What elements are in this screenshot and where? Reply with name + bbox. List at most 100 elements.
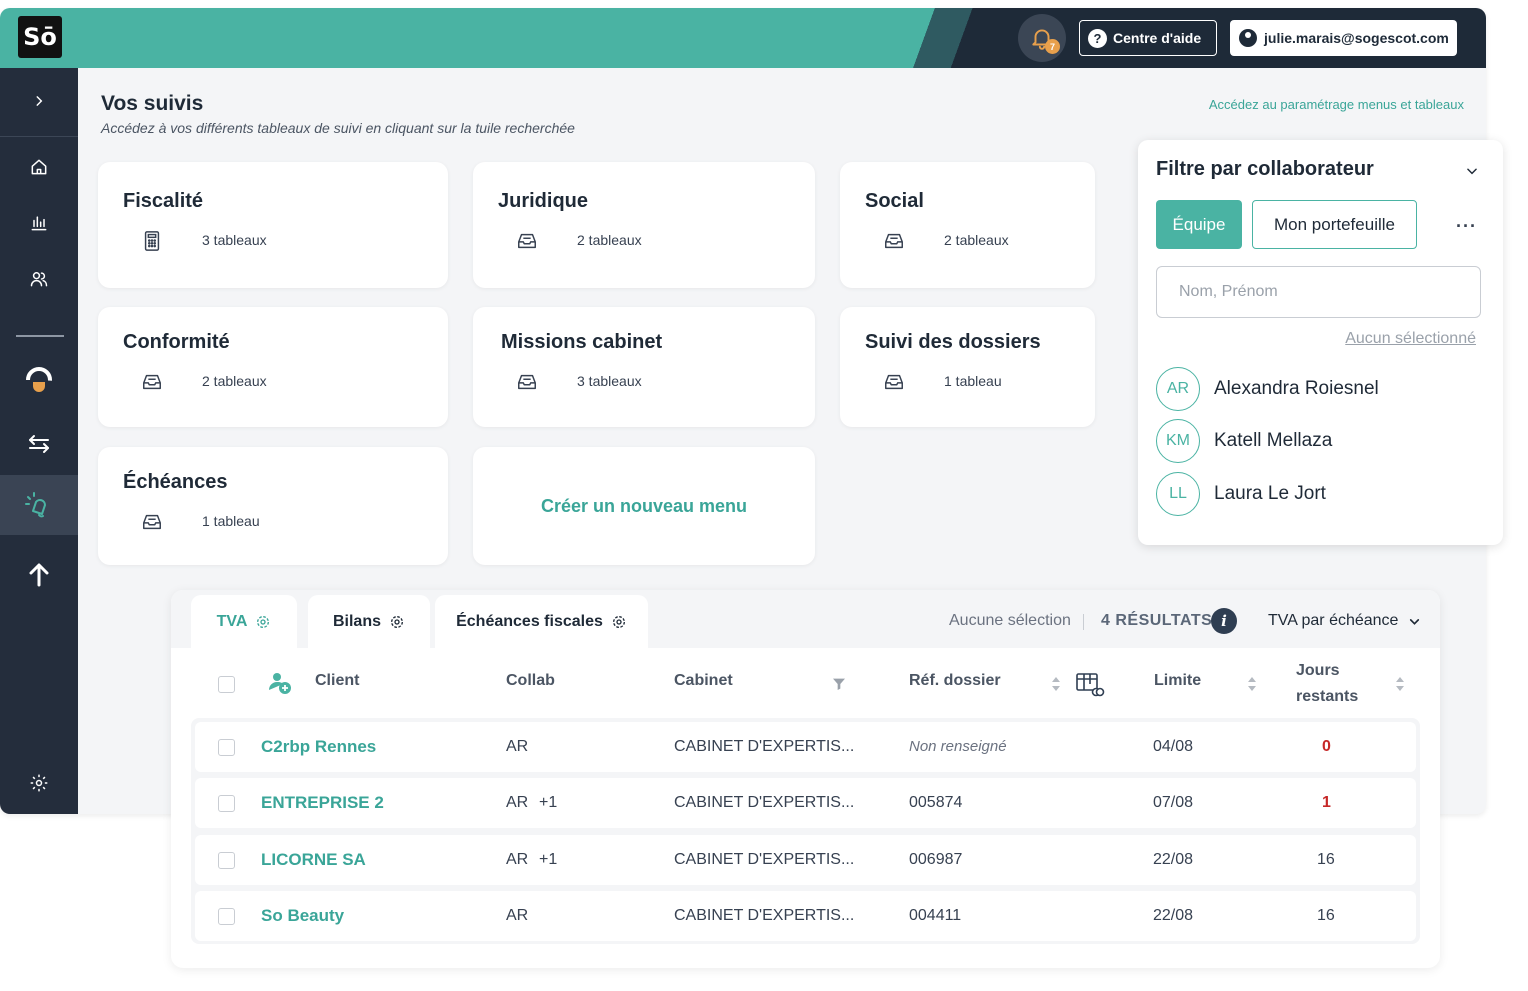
collaborator-name: Laura Le Jort (1214, 483, 1326, 504)
sidebar-item-gauge[interactable] (0, 351, 78, 409)
collab-extra[interactable]: +1 (539, 851, 557, 869)
tile-suivi-dossiers[interactable]: Suivi des dossiers 1 tableau (840, 307, 1095, 427)
tile-count: 2 tableaux (944, 232, 1009, 248)
collab-initials: AR (506, 851, 529, 868)
tab-bilans[interactable]: Bilans (308, 595, 430, 648)
tab-label: TVA (216, 612, 248, 630)
collab-extra[interactable]: +1 (539, 794, 557, 812)
results-count: 4 RÉSULTATS (1101, 612, 1213, 629)
tile-conformite[interactable]: Conformité 2 tableaux (98, 307, 448, 427)
client-name[interactable]: LICORNE SA (261, 850, 366, 870)
view-select-label: TVA par échéance (1268, 612, 1399, 629)
tile-title: Fiscalité (123, 190, 204, 212)
collab-initials: AR (506, 794, 529, 811)
none-selected-link[interactable]: Aucun sélectionné (1345, 330, 1476, 348)
sidebar-item-stats[interactable] (0, 194, 78, 252)
view-select[interactable]: TVA par échéance (1268, 612, 1421, 630)
user-email: julie.marais@sogescot.com (1264, 30, 1449, 46)
collaborator-item[interactable]: LL Laura Le Jort (1156, 472, 1326, 516)
cabinet-name: CABINET D'EXPERTIS... (674, 738, 855, 755)
filter-icon[interactable] (831, 676, 847, 692)
gear-icon[interactable] (389, 614, 405, 630)
days-remaining: 1 (1322, 794, 1331, 811)
collab-initials: AR (506, 738, 529, 755)
notifications-button[interactable]: 7 (1018, 14, 1066, 62)
sidebar-expand[interactable] (0, 72, 78, 130)
tile-title: Conformité (123, 331, 230, 353)
ref-dossier: 005874 (909, 794, 963, 811)
tile-count: 3 tableaux (202, 232, 267, 248)
tab-echeances-fiscales[interactable]: Échéances fiscales (435, 595, 648, 648)
tile-missions-cabinet[interactable]: Missions cabinet 3 tableaux (473, 307, 815, 427)
assign-user-icon[interactable] (267, 670, 293, 696)
logo[interactable]: Sō (18, 16, 62, 58)
gear-icon[interactable] (255, 614, 271, 630)
row-checkbox[interactable] (218, 852, 235, 869)
team-button[interactable]: Équipe (1156, 200, 1242, 249)
column-header-client[interactable]: Client (315, 672, 359, 690)
client-name[interactable]: So Beauty (261, 906, 344, 926)
info-icon[interactable]: i (1211, 608, 1237, 634)
tile-fiscalite[interactable]: Fiscalité 3 tableaux (98, 162, 448, 288)
sidebar-divider (0, 136, 78, 137)
table-row[interactable]: LICORNE SA AR +1 CABINET D'EXPERTIS... 0… (195, 835, 1416, 885)
sidebar-item-home[interactable] (0, 138, 78, 196)
column-header-ref[interactable]: Réf. dossier (909, 672, 1001, 690)
column-header-limite[interactable]: Limite (1154, 672, 1201, 690)
sort-icon[interactable] (1247, 676, 1257, 692)
tile-title: Missions cabinet (501, 331, 663, 353)
tile-social[interactable]: Social 2 tableaux (840, 162, 1095, 288)
help-label: Centre d'aide (1113, 30, 1202, 46)
user-account-button[interactable]: julie.marais@sogescot.com (1230, 20, 1457, 56)
settings-link[interactable]: Accédez au paramétrage menus et tableaux (1209, 97, 1464, 112)
sidebar-item-users[interactable] (0, 250, 78, 308)
client-name[interactable]: ENTREPRISE 2 (261, 793, 384, 813)
select-all-checkbox[interactable] (218, 676, 235, 693)
table-row[interactable]: C2rbp Rennes AR CABINET D'EXPERTIS... No… (195, 722, 1416, 772)
help-center-button[interactable]: ? Centre d'aide (1079, 20, 1217, 56)
column-header-cabinet[interactable]: Cabinet (674, 672, 733, 690)
row-checkbox[interactable] (218, 795, 235, 812)
inbox-tray-icon (518, 374, 536, 390)
column-header-jours-line2[interactable]: restants (1296, 688, 1358, 706)
chevron-down-icon[interactable] (1465, 164, 1479, 178)
sidebar-item-suivis[interactable] (0, 475, 78, 535)
days-remaining: 16 (1317, 907, 1335, 924)
tab-tva[interactable]: TVA (191, 595, 297, 648)
sidebar-item-upload[interactable] (0, 546, 78, 604)
days-remaining: 0 (1322, 738, 1331, 755)
sort-icon[interactable] (1051, 676, 1061, 692)
bar-chart-icon (31, 216, 47, 231)
tile-juridique[interactable]: Juridique 2 tableaux (473, 162, 815, 288)
tile-echeances[interactable]: Échéances 1 tableau (98, 447, 448, 565)
gear-icon[interactable] (611, 614, 627, 630)
table-link-icon[interactable] (1075, 672, 1105, 698)
client-name[interactable]: C2rbp Rennes (261, 737, 376, 757)
collaborator-filter-panel: Filtre par collaborateur Équipe Mon port… (1138, 140, 1503, 545)
more-options-icon[interactable]: ··· (1456, 216, 1477, 237)
sidebar-item-transfers[interactable] (0, 415, 78, 473)
portfolio-button[interactable]: Mon portefeuille (1252, 200, 1417, 249)
collaborator-item[interactable]: AR Alexandra Roiesnel (1156, 367, 1379, 411)
avatar: LL (1156, 472, 1200, 516)
name-search-input[interactable] (1156, 266, 1481, 318)
table-row[interactable]: ENTREPRISE 2 AR +1 CABINET D'EXPERTIS...… (195, 778, 1416, 828)
column-header-jours-line1[interactable]: Jours (1296, 662, 1340, 680)
tile-title: Échéances (123, 471, 228, 493)
sort-icon[interactable] (1395, 676, 1405, 692)
row-checkbox[interactable] (218, 739, 235, 756)
tile-count: 1 tableau (944, 373, 1002, 389)
question-icon: ? (1088, 28, 1107, 48)
ref-dossier: 004411 (909, 907, 962, 924)
limit-date: 07/08 (1153, 794, 1194, 811)
tile-count: 1 tableau (202, 513, 260, 529)
collaborator-item[interactable]: KM Katell Mellaza (1156, 419, 1332, 463)
table-row[interactable]: So Beauty AR CABINET D'EXPERTIS... 00441… (195, 891, 1416, 941)
create-menu-tile[interactable]: Créer un nouveau menu (473, 447, 815, 565)
sidebar-item-settings[interactable] (0, 754, 78, 812)
inbox-tray-icon (143, 514, 161, 530)
sidebar (0, 68, 78, 814)
column-header-collab[interactable]: Collab (506, 672, 555, 690)
row-checkbox[interactable] (218, 908, 235, 925)
tab-label: Échéances fiscales (456, 612, 603, 630)
